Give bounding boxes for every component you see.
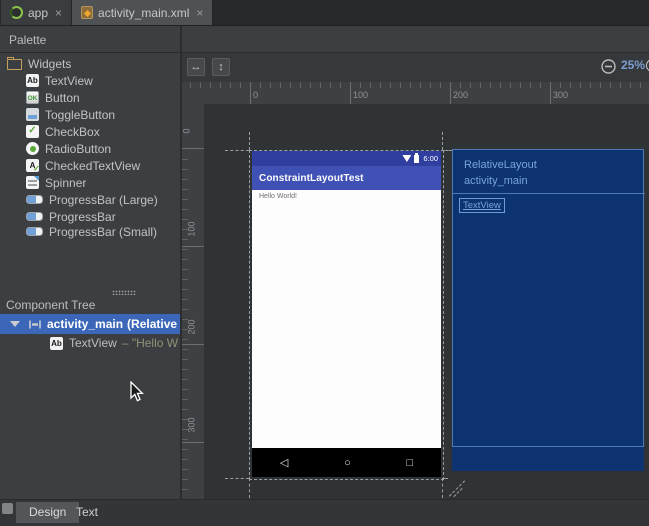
navigation-bar: ◁ ○ □ — [252, 448, 441, 477]
spinner-icon — [26, 176, 39, 189]
guide-line — [249, 132, 250, 150]
palette-item-progressbar-small[interactable]: ProgressBar (Small) — [26, 223, 180, 240]
tab-activity-main-xml[interactable]: activity_main.xml × — [72, 0, 213, 25]
app-bar: ConstraintLayoutTest — [252, 166, 441, 190]
tab-text[interactable]: Text — [63, 502, 111, 523]
component-tree-title: Component Tree — [6, 298, 95, 312]
guide-line — [442, 150, 452, 151]
guide-line — [225, 150, 249, 151]
android-studio-layout-editor: app × activity_main.xml × Palette — [0, 0, 649, 526]
ruler-label: 100 — [187, 221, 197, 236]
bottom-bar: Design Text — [0, 499, 649, 526]
panel-splitter[interactable] — [112, 290, 136, 295]
close-icon[interactable]: × — [196, 8, 203, 18]
blueprint-root-id: activity_main — [464, 173, 537, 189]
tree-row-activity-main[interactable]: activity_main (Relative — [0, 314, 180, 334]
blueprint-root-layout[interactable]: RelativeLayout activity_main TextView — [452, 149, 644, 447]
zoom-out-icon[interactable] — [601, 59, 616, 74]
tree-root-label: activity_main — [47, 317, 123, 331]
tree-root-suffix: (Relative — [127, 317, 177, 331]
folder-icon — [7, 59, 22, 70]
checkbox-icon: ✓ — [26, 125, 39, 138]
guide-line — [442, 478, 443, 498]
home-icon: ○ — [344, 457, 351, 469]
canvas-toolbar: ↔ ↕ 25% — [182, 53, 649, 82]
device-preview[interactable]: 6:00 ConstraintLayoutTest Hello World! ◁… — [252, 151, 441, 477]
status-time: 6:00 — [423, 154, 438, 163]
main-toolbar: Palette Nexus 4 — [0, 26, 649, 53]
blueprint-root-labels: RelativeLayout activity_main — [464, 157, 537, 189]
guide-line — [442, 132, 443, 150]
textview-icon: Ab — [26, 74, 39, 87]
radiobutton-icon — [26, 142, 39, 155]
close-icon[interactable]: × — [55, 8, 62, 18]
toolwindow-corner-icon[interactable] — [2, 503, 13, 514]
textview-widget[interactable]: Hello World! — [259, 193, 297, 200]
ruler-label: 200 — [187, 319, 197, 334]
ruler-label: 100 — [353, 90, 368, 100]
togglebutton-icon — [26, 108, 39, 121]
palette-item-textview[interactable]: Ab TextView — [26, 72, 180, 89]
tab-label: activity_main.xml — [98, 6, 189, 20]
blueprint-root-type: RelativeLayout — [464, 157, 537, 173]
editor-tab-bar: app × activity_main.xml × — [0, 0, 649, 26]
expand-vertical-button[interactable]: ↕ — [212, 58, 230, 76]
guide-line — [225, 478, 249, 479]
wifi-icon — [402, 155, 411, 162]
ruler-label: 300 — [553, 90, 568, 100]
blueprint-textview-widget[interactable]: TextView — [459, 198, 505, 213]
tab-app[interactable]: app × — [1, 0, 72, 25]
palette-item-checkbox[interactable]: ✓ CheckBox — [26, 123, 180, 140]
checkedtextview-icon: A — [26, 159, 39, 172]
blueprint-view[interactable]: RelativeLayout activity_main TextView — [452, 149, 644, 471]
relativelayout-icon — [28, 318, 42, 331]
tab-label: app — [28, 6, 48, 20]
expand-horizontal-button[interactable]: ↔ — [187, 58, 205, 76]
palette-item-togglebutton[interactable]: ToggleButton — [26, 106, 180, 123]
tree-child-text-value: – "Hello W — [122, 336, 178, 350]
button-icon: OK — [26, 91, 39, 104]
xml-file-icon — [81, 6, 93, 19]
palette-item-radiobutton[interactable]: RadioButton — [26, 140, 180, 157]
progressbar-icon — [26, 195, 43, 204]
android-app-icon — [10, 6, 23, 19]
design-surface: ↔ ↕ 25% 0 100 200 300 0 100 200 300 — [182, 53, 649, 499]
ruler-label: 300 — [187, 417, 197, 432]
progressbar-icon — [26, 227, 43, 236]
guide-line — [249, 478, 250, 498]
tree-child-label: TextView — [69, 336, 117, 350]
recents-icon: □ — [406, 457, 413, 469]
mouse-cursor — [129, 381, 145, 403]
device-content: Hello World! — [252, 190, 441, 448]
progressbar-icon — [26, 212, 43, 221]
app-bar-title: ConstraintLayoutTest — [259, 173, 364, 184]
palette-item-checkedtextview[interactable]: A CheckedTextView — [26, 157, 180, 174]
palette-title: Palette — [9, 33, 46, 47]
ruler-label: 200 — [453, 90, 468, 100]
tree-row-textview[interactable]: Ab TextView – "Hello W — [0, 334, 180, 352]
status-bar: 6:00 — [252, 151, 441, 166]
blueprint-divider — [453, 193, 645, 194]
expand-arrow-icon[interactable] — [10, 321, 20, 327]
palette-item-button[interactable]: OK Button — [26, 89, 180, 106]
guide-line — [442, 478, 448, 479]
ruler-label: 0 — [253, 90, 258, 100]
textview-icon: Ab — [50, 337, 63, 350]
palette-item-spinner[interactable]: Spinner — [26, 174, 180, 191]
back-icon: ◁ — [280, 456, 288, 469]
palette-group-widgets[interactable]: Widgets — [7, 55, 180, 72]
palette-item-progressbar-large[interactable]: ProgressBar (Large) — [26, 191, 180, 208]
battery-icon — [414, 155, 419, 163]
ruler-label: 0 — [182, 128, 192, 133]
zoom-percent: 25% — [621, 58, 645, 72]
palette-panel: Widgets Ab TextView OK Button ToggleButt… — [0, 53, 180, 499]
